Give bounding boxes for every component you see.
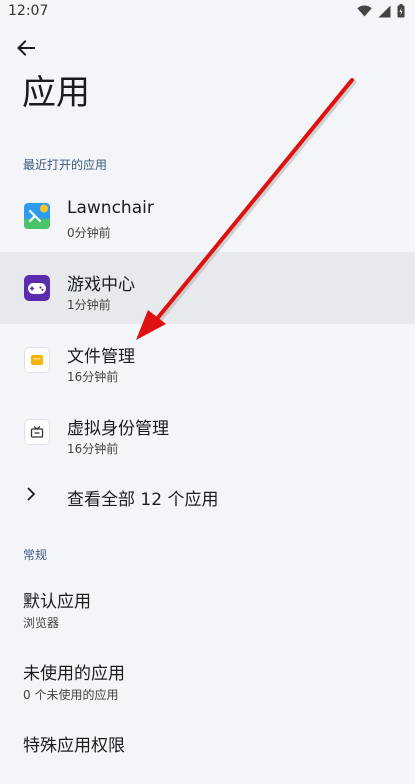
- setting-special-app-access[interactable]: 特殊应用权限: [0, 714, 415, 784]
- status-time: 12:07: [8, 3, 49, 19]
- recent-apps-section-header: 最近打开的应用: [23, 158, 108, 172]
- battery-icon: [397, 4, 405, 18]
- setting-title: 默认应用: [23, 592, 91, 612]
- app-last-opened: 0分钟前: [67, 226, 111, 240]
- setting-title: 特殊应用权限: [23, 736, 125, 756]
- view-all-apps-button[interactable]: 查看全部 12 个应用: [0, 460, 415, 530]
- app-name: 游戏中心: [67, 275, 135, 295]
- app-last-opened: 16分钟前: [67, 442, 119, 456]
- setting-unused-apps[interactable]: 未使用的应用 0 个未使用的应用: [0, 642, 415, 712]
- app-last-opened: 16分钟前: [67, 370, 119, 384]
- game-center-icon: [24, 275, 50, 301]
- chevron-right-icon: [27, 487, 36, 501]
- recent-app-file-manager[interactable]: 文件管理 16分钟前: [0, 324, 415, 396]
- lawnchair-icon: [24, 203, 50, 229]
- app-name: 文件管理: [67, 347, 135, 367]
- recent-app-virtual-identity[interactable]: 虚拟身份管理 16分钟前: [0, 396, 415, 468]
- setting-summary: 浏览器: [23, 616, 60, 630]
- back-button[interactable]: [12, 36, 40, 60]
- recent-app-game-center[interactable]: 游戏中心 1分钟前: [0, 252, 415, 324]
- app-name: 虚拟身份管理: [67, 419, 169, 439]
- setting-title: 未使用的应用: [23, 664, 125, 684]
- page-title: 应用: [22, 73, 90, 113]
- app-name: Lawnchair: [67, 198, 154, 218]
- app-last-opened: 1分钟前: [67, 298, 111, 312]
- view-all-apps-label: 查看全部 12 个应用: [67, 490, 219, 510]
- setting-default-apps[interactable]: 默认应用 浏览器: [0, 570, 415, 640]
- general-section-header: 常规: [23, 548, 48, 562]
- file-manager-icon: [24, 347, 50, 373]
- wifi-icon: [357, 5, 372, 17]
- recent-app-lawnchair[interactable]: Lawnchair 0分钟前: [0, 180, 415, 252]
- virtual-identity-icon: [24, 419, 50, 445]
- arrow-back-icon: [17, 40, 35, 56]
- status-icons: [357, 4, 405, 18]
- status-bar: 12:07: [0, 0, 415, 24]
- setting-summary: 0 个未使用的应用: [23, 688, 119, 702]
- signal-icon: [378, 5, 391, 17]
